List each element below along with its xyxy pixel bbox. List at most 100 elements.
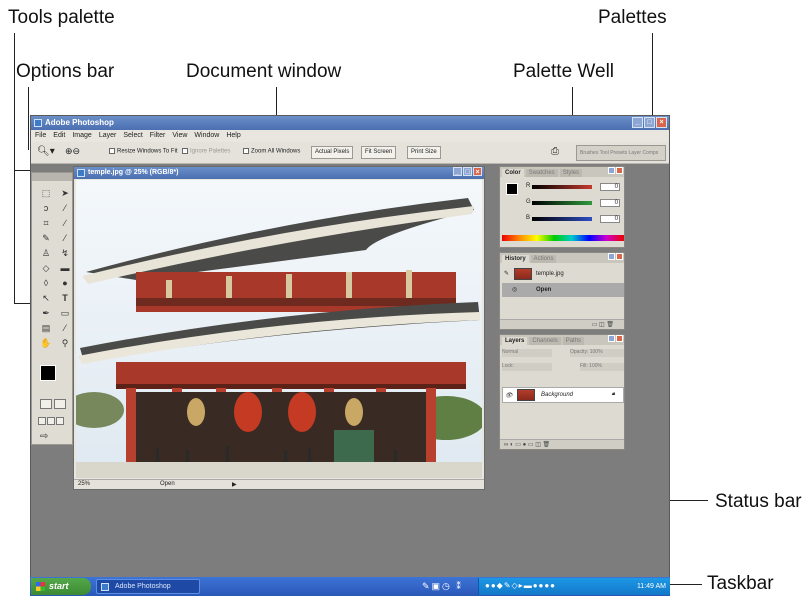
full-screen-button[interactable] [56, 417, 64, 425]
zoom-in-out-icon[interactable]: ⊕⊖ [65, 146, 80, 157]
dodge-tool-icon[interactable]: ● [59, 277, 71, 289]
magic-wand-icon[interactable]: ⁄ [59, 202, 71, 214]
status-menu-arrow-icon[interactable]: ▶ [232, 481, 237, 488]
gradient-tool-icon[interactable]: ▬ [59, 262, 71, 274]
brush-tool-icon[interactable]: ⁄ [59, 232, 71, 244]
layer-background-row[interactable]: 👁︎ Background 🔒︎ [502, 387, 624, 403]
history-brush-source-icon[interactable]: ✎ [504, 270, 509, 277]
tools-palette-grip[interactable] [32, 173, 72, 181]
opacity-field[interactable]: Opacity: 100% [570, 349, 624, 357]
image-canvas[interactable] [76, 180, 482, 478]
print-size-button[interactable]: Print Size [407, 146, 441, 159]
minimize-button[interactable]: _ [632, 117, 643, 128]
zoom-all-windows-checkbox[interactable]: Zoom All Windows [243, 148, 300, 155]
palette-close-button[interactable] [616, 167, 623, 174]
channel-b-slider[interactable] [532, 217, 592, 221]
eyedropper-icon[interactable]: ⁄ [59, 322, 71, 334]
menu-image[interactable]: Image [72, 132, 91, 142]
menu-filter[interactable]: Filter [150, 132, 166, 142]
quick-mask-button[interactable] [54, 399, 66, 409]
doc-maximize-button[interactable]: □ [463, 167, 472, 176]
palette-minimize-button[interactable] [608, 167, 615, 174]
layers-close-button[interactable] [616, 335, 623, 342]
channel-r-slider[interactable] [532, 185, 592, 189]
doc-close-button[interactable]: × [473, 167, 482, 176]
move-tool-icon[interactable]: ➤ [59, 187, 71, 199]
start-button[interactable]: start [31, 578, 91, 595]
actual-pixels-button[interactable]: Actual Pixels [311, 146, 354, 159]
blur-tool-icon[interactable]: ◊ [40, 277, 52, 289]
tab-history[interactable]: History [502, 255, 529, 263]
path-selection-icon[interactable]: ↖ [40, 292, 52, 304]
ignore-palettes-checkbox[interactable]: Ignore Palettes [182, 148, 230, 155]
zoom-tool-icon[interactable]: ⚲ [59, 337, 71, 349]
menu-layer[interactable]: Layer [99, 132, 117, 142]
tab-layers[interactable]: Layers [502, 337, 528, 345]
magnifier-icon[interactable]: 🔍︎▾ [37, 146, 55, 157]
channel-g-slider[interactable] [532, 201, 592, 205]
notes-tool-icon[interactable]: ▤ [40, 322, 52, 334]
clock[interactable]: 11:49 AM [637, 583, 666, 590]
history-minimize-button[interactable] [608, 253, 615, 260]
foreground-color-swatch[interactable] [40, 365, 56, 381]
menu-edit[interactable]: Edit [53, 132, 65, 142]
tray-icons[interactable]: ●●◆✎◇▸▬●●●● [485, 581, 556, 590]
crop-tool-icon[interactable]: ⌗ [40, 217, 52, 229]
menu-view[interactable]: View [172, 132, 187, 142]
tab-actions[interactable]: Actions [530, 255, 557, 263]
tab-swatches[interactable]: Swatches [525, 169, 558, 177]
document-titlebar[interactable]: temple.jpg @ 25% (RGB/8*) _ □ × [74, 167, 484, 179]
channel-g-value[interactable]: 0 [600, 199, 620, 207]
lock-icon: 🔒︎ [611, 391, 615, 397]
menu-help[interactable]: Help [226, 132, 240, 142]
channel-b-value[interactable]: 0 [600, 215, 620, 223]
blend-mode-select[interactable]: Normal [502, 349, 552, 357]
lock-options[interactable]: Lock: [502, 363, 552, 371]
fill-field[interactable]: Fill: 100% [580, 363, 624, 371]
history-snapshot[interactable]: ✎ temple.jpg [502, 267, 624, 281]
standard-screen-button[interactable] [38, 417, 46, 425]
menu-window[interactable]: Window [194, 132, 219, 142]
close-button[interactable]: × [656, 117, 667, 128]
color-spectrum-bar[interactable] [502, 235, 624, 241]
history-close-button[interactable] [616, 253, 623, 260]
quick-launch-icons[interactable]: ✎▣◷ ⁑ [422, 581, 463, 592]
menu-file[interactable]: File [35, 132, 46, 142]
tab-paths[interactable]: Paths [562, 337, 585, 345]
layers-minimize-button[interactable] [608, 335, 615, 342]
jump-to-imageready-icon[interactable]: ⇨ [40, 431, 48, 442]
marquee-tool-icon[interactable]: ⬚ [40, 187, 52, 199]
history-footer-icons[interactable]: ▭ ◫ 🗑︎ [592, 321, 614, 328]
palette-well[interactable]: Brushes Tool Presets Layer Comps [576, 145, 666, 161]
healing-brush-icon[interactable]: ✎ [40, 232, 52, 244]
lasso-tool-icon[interactable]: ↄ [40, 202, 52, 214]
history-brush-icon[interactable]: ↯ [59, 247, 71, 259]
tab-styles[interactable]: Styles [559, 169, 583, 177]
maximize-button[interactable]: □ [644, 117, 655, 128]
menu-select[interactable]: Select [123, 132, 142, 142]
doc-minimize-button[interactable]: _ [453, 167, 462, 176]
standard-mode-button[interactable] [40, 399, 52, 409]
channel-r-value[interactable]: 0 [600, 183, 620, 191]
color-fg-swatch[interactable] [506, 183, 518, 195]
file-browser-icon[interactable]: ⎙ [551, 146, 559, 157]
eye-icon[interactable]: 👁︎ [505, 392, 513, 399]
menu-bar: File Edit Image Layer Select Filter View… [31, 130, 669, 142]
clone-stamp-icon[interactable]: ♙ [40, 247, 52, 259]
fit-screen-button[interactable]: Fit Screen [361, 146, 397, 159]
hand-tool-icon[interactable]: ✋ [40, 337, 52, 349]
tab-color[interactable]: Color [502, 169, 524, 177]
slice-tool-icon[interactable]: ∕ [59, 217, 71, 229]
resize-windows-checkbox[interactable]: Resize Windows To Fit [109, 148, 178, 155]
layers-footer-icons[interactable]: ∞ ◐ ▭ ● ▭ ◫ 🗑︎ [504, 441, 550, 448]
tab-channels[interactable]: Channels [529, 337, 561, 345]
taskbar-photoshop-button[interactable]: Adobe Photoshop [96, 579, 200, 594]
pen-tool-icon[interactable]: ✒ [40, 307, 52, 319]
history-state-open[interactable]: ◎ Open [502, 283, 624, 297]
eraser-tool-icon[interactable]: ◇ [40, 262, 52, 274]
color-palette: Color Swatches Styles R 0 G 0 B 0 [499, 166, 625, 248]
full-screen-menu-button[interactable] [47, 417, 55, 425]
zoom-level[interactable]: 25% [78, 481, 90, 487]
shape-tool-icon[interactable]: ▭ [59, 307, 71, 319]
type-tool-icon[interactable]: T [59, 292, 71, 304]
